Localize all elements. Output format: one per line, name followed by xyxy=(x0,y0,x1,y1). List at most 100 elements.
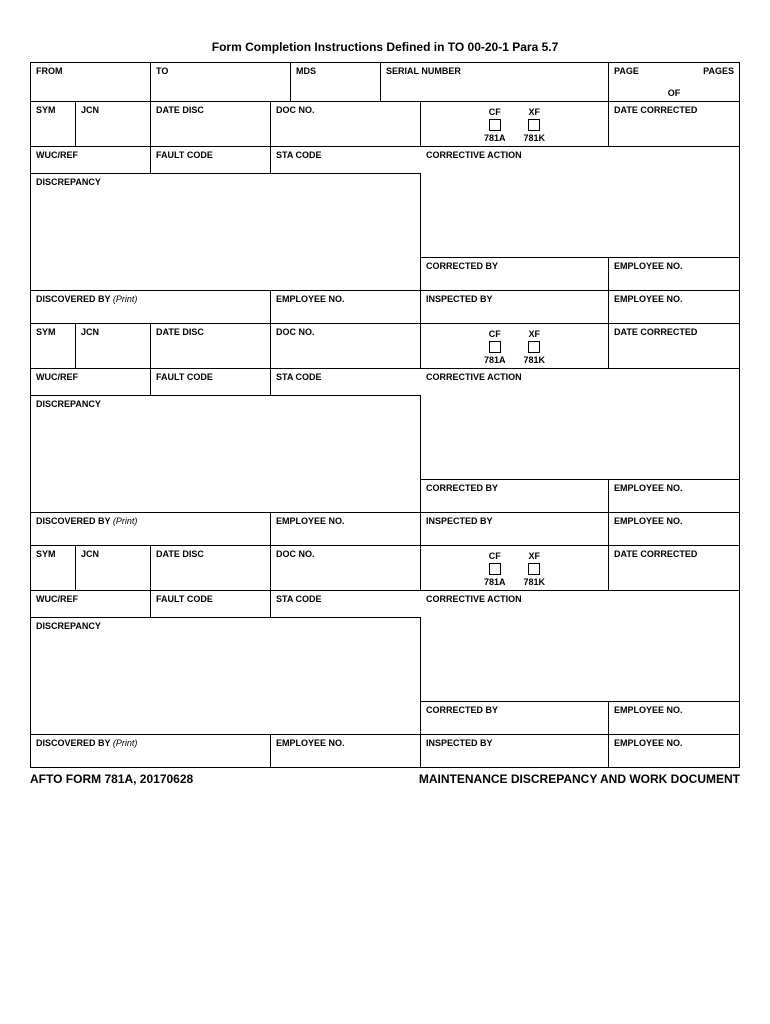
sym-cell[interactable]: SYM xyxy=(31,102,76,146)
print-label: (Print) xyxy=(113,516,138,526)
to-cell[interactable]: TO xyxy=(151,63,291,101)
serial-cell[interactable]: SERIAL NUMBER xyxy=(381,63,609,101)
fault-code-cell[interactable]: FAULT CODE xyxy=(151,147,271,173)
date-disc-cell[interactable]: DATE DISC xyxy=(151,324,271,368)
inspected-by-label: INSPECTED BY xyxy=(426,516,493,526)
fault-code-label: FAULT CODE xyxy=(156,150,213,160)
form-footer: AFTO FORM 781A, 20170628 MAINTENANCE DIS… xyxy=(30,772,740,786)
corrective-action-label: CORRECTIVE ACTION xyxy=(426,594,522,604)
date-corrected-cell[interactable]: DATE CORRECTED xyxy=(609,102,739,146)
wuc-ref-cell[interactable]: WUC/REF xyxy=(31,591,151,617)
employee-no-label-2: EMPLOYEE NO. xyxy=(276,738,345,748)
employee-no-cell-2[interactable]: EMPLOYEE NO. xyxy=(271,735,421,767)
print-label: (Print) xyxy=(113,738,138,748)
employee-no-cell-3[interactable]: EMPLOYEE NO. xyxy=(609,735,739,767)
discovered-by-label: DISCOVERED BY xyxy=(36,738,110,748)
discovered-by-cell[interactable]: DISCOVERED BY (Print) xyxy=(31,291,271,323)
employee-no-cell-1[interactable]: EMPLOYEE NO. xyxy=(609,702,739,734)
doc-no-cell[interactable]: DOC NO. xyxy=(271,324,421,368)
fault-code-cell[interactable]: FAULT CODE xyxy=(151,591,271,617)
cf-column: CF 781A xyxy=(484,107,506,143)
cf-checkbox[interactable] xyxy=(489,341,501,353)
cfxf-cell: CF 781A XF 781K xyxy=(421,324,609,368)
mds-cell[interactable]: MDS xyxy=(291,63,381,101)
doc-no-cell[interactable]: DOC NO. xyxy=(271,102,421,146)
jcn-label: JCN xyxy=(81,549,99,559)
employee-no-cell-1[interactable]: EMPLOYEE NO. xyxy=(609,258,739,290)
sym-cell[interactable]: SYM xyxy=(31,546,76,590)
date-corrected-cell[interactable]: DATE CORRECTED xyxy=(609,546,739,590)
cf-label: CF xyxy=(484,107,506,117)
xf-checkbox[interactable] xyxy=(528,563,540,575)
fault-code-cell[interactable]: FAULT CODE xyxy=(151,369,271,395)
entry-block-3: SYM JCN DATE DISC DOC NO. CF 781A XF 781… xyxy=(31,546,739,767)
print-label: (Print) xyxy=(113,294,138,304)
jcn-cell[interactable]: JCN xyxy=(76,324,151,368)
inspected-by-cell[interactable]: INSPECTED BY xyxy=(421,291,609,323)
sta-code-cell[interactable]: STA CODE xyxy=(271,369,421,395)
wuc-ref-label: WUC/REF xyxy=(36,372,78,382)
xf-label: XF xyxy=(524,107,546,117)
employee-no-label: EMPLOYEE NO. xyxy=(614,483,683,493)
jcn-cell[interactable]: JCN xyxy=(76,546,151,590)
employee-no-cell-3[interactable]: EMPLOYEE NO. xyxy=(609,291,739,323)
jcn-cell[interactable]: JCN xyxy=(76,102,151,146)
pages-label: PAGES xyxy=(703,66,734,76)
employee-no-label: EMPLOYEE NO. xyxy=(614,261,683,271)
entry-block-2: SYM JCN DATE DISC DOC NO. CF 781A XF 781… xyxy=(31,324,739,546)
employee-no-cell-2[interactable]: EMPLOYEE NO. xyxy=(271,291,421,323)
cf-checkbox[interactable] xyxy=(489,119,501,131)
xf-column: XF 781K xyxy=(524,551,546,587)
page-cell[interactable]: PAGE PAGES OF xyxy=(609,63,739,101)
xf-checkbox[interactable] xyxy=(528,119,540,131)
xf-label: XF xyxy=(524,329,546,339)
date-corrected-cell[interactable]: DATE CORRECTED xyxy=(609,324,739,368)
date-disc-label: DATE DISC xyxy=(156,327,204,337)
cf-checkbox[interactable] xyxy=(489,563,501,575)
from-cell[interactable]: FROM xyxy=(31,63,151,101)
discovered-by-cell[interactable]: DISCOVERED BY (Print) xyxy=(31,513,271,545)
to-label: TO xyxy=(156,66,285,76)
sym-cell[interactable]: SYM xyxy=(31,324,76,368)
discovered-by-cell[interactable]: DISCOVERED BY (Print) xyxy=(31,735,271,767)
corrected-by-label: CORRECTED BY xyxy=(426,705,498,715)
entry-block-1: SYM JCN DATE DISC DOC NO. CF 781A XF 781… xyxy=(31,102,739,324)
cf-sub-label: 781A xyxy=(484,355,506,365)
date-corrected-label: DATE CORRECTED xyxy=(614,105,697,115)
sta-code-cell[interactable]: STA CODE xyxy=(271,147,421,173)
discrepancy-cell[interactable]: DISCREPANCY xyxy=(31,396,421,512)
employee-no-cell-1[interactable]: EMPLOYEE NO. xyxy=(609,480,739,512)
corrective-action-label: CORRECTIVE ACTION xyxy=(426,150,522,160)
inspected-by-label: INSPECTED BY xyxy=(426,738,493,748)
employee-no-label-2: EMPLOYEE NO. xyxy=(276,516,345,526)
form-title: Form Completion Instructions Defined in … xyxy=(30,40,740,54)
employee-no-label-3: EMPLOYEE NO. xyxy=(614,516,683,526)
doc-no-cell[interactable]: DOC NO. xyxy=(271,546,421,590)
corrected-by-cell[interactable]: CORRECTED BY xyxy=(421,480,609,512)
discrepancy-cell[interactable]: DISCREPANCY xyxy=(31,174,421,290)
corrected-by-label: CORRECTED BY xyxy=(426,261,498,271)
wuc-ref-cell[interactable]: WUC/REF xyxy=(31,147,151,173)
corrective-action-cell[interactable]: CORRECTIVE ACTION xyxy=(421,591,739,701)
discrepancy-cell[interactable]: DISCREPANCY xyxy=(31,618,421,734)
wuc-ref-cell[interactable]: WUC/REF xyxy=(31,369,151,395)
corrective-action-cell[interactable]: CORRECTIVE ACTION xyxy=(421,369,739,479)
mds-label: MDS xyxy=(296,66,375,76)
corrective-action-cell[interactable]: CORRECTIVE ACTION xyxy=(421,147,739,257)
serial-label: SERIAL NUMBER xyxy=(386,66,603,76)
xf-checkbox[interactable] xyxy=(528,341,540,353)
date-disc-cell[interactable]: DATE DISC xyxy=(151,546,271,590)
cfxf-cell: CF 781A XF 781K xyxy=(421,546,609,590)
employee-no-cell-2[interactable]: EMPLOYEE NO. xyxy=(271,513,421,545)
doc-no-label: DOC NO. xyxy=(276,327,315,337)
sta-code-cell[interactable]: STA CODE xyxy=(271,591,421,617)
inspected-by-cell[interactable]: INSPECTED BY xyxy=(421,735,609,767)
employee-no-label-3: EMPLOYEE NO. xyxy=(614,738,683,748)
date-disc-cell[interactable]: DATE DISC xyxy=(151,102,271,146)
corrected-by-cell[interactable]: CORRECTED BY xyxy=(421,702,609,734)
date-corrected-label: DATE CORRECTED xyxy=(614,327,697,337)
corrected-by-cell[interactable]: CORRECTED BY xyxy=(421,258,609,290)
inspected-by-cell[interactable]: INSPECTED BY xyxy=(421,513,609,545)
employee-no-cell-3[interactable]: EMPLOYEE NO. xyxy=(609,513,739,545)
cf-sub-label: 781A xyxy=(484,133,506,143)
